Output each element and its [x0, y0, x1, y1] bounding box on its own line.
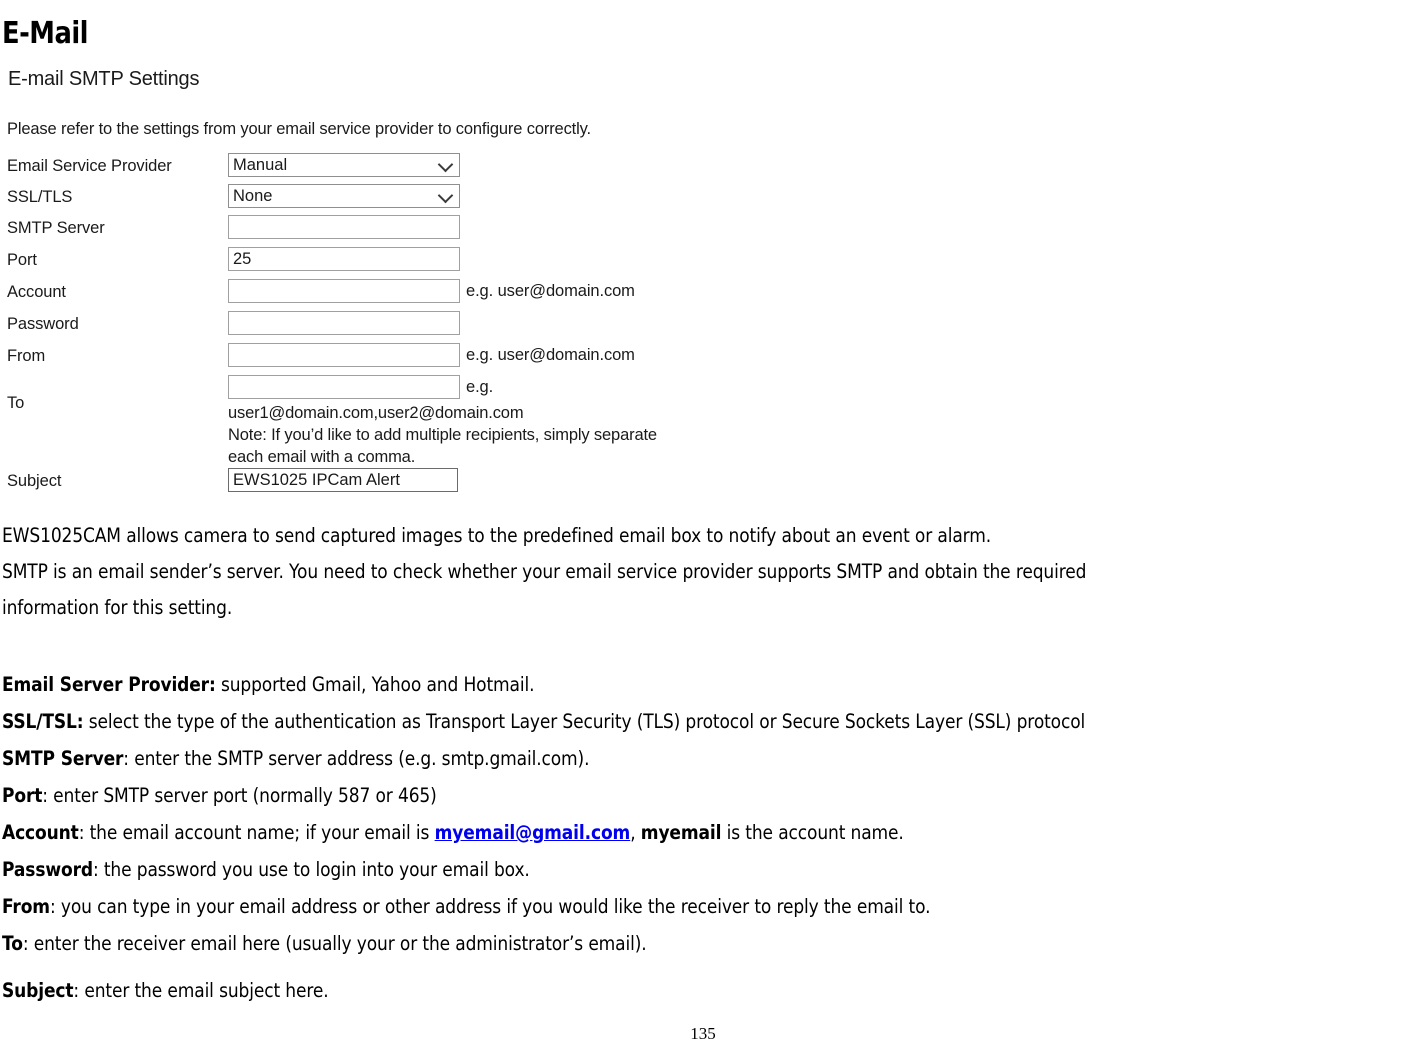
form-row-password: Password [0, 311, 780, 337]
definition-term: Password [2, 858, 93, 881]
definition-text-after-link: , [630, 821, 641, 844]
form-row-to: To e.g. [0, 375, 780, 412]
definition-email-server-provider: Email Server Provider: supported Gmail, … [2, 673, 535, 697]
definition-term: To [2, 932, 23, 955]
definition-to: To: enter the receiver email here (usual… [2, 932, 647, 956]
input-smtp-server[interactable] [228, 215, 460, 239]
body-intro-line-3: information for this setting. [2, 596, 233, 619]
definition-term: SSL/TSL: [2, 710, 84, 733]
chevron-down-icon [437, 187, 454, 204]
form-row-ssl-tls: SSL/TLS None [0, 184, 780, 210]
hint-account: e.g. user@domain.com [466, 282, 635, 300]
input-account[interactable] [228, 279, 460, 303]
label-from: From [7, 347, 46, 365]
definition-smtp-server: SMTP Server: enter the SMTP server addre… [2, 747, 590, 771]
to-note-line-2: each email with a comma. [228, 448, 416, 466]
definition-text: : the email account name; if your email … [78, 821, 435, 844]
form-row-subject: Subject EWS1025 IPCam Alert [0, 468, 780, 494]
label-password: Password [7, 315, 79, 333]
definition-term: Email Server Provider: [2, 673, 216, 696]
label-account: Account [7, 283, 66, 301]
definition-text: : enter the receiver email here (usually… [22, 932, 647, 955]
select-ssl-tls[interactable]: None [228, 184, 460, 208]
label-to: To [7, 394, 25, 412]
label-port: Port [7, 251, 37, 269]
definition-term: SMTP Server [2, 747, 124, 770]
definition-text: : the password you use to login into you… [92, 858, 530, 881]
form-row-port: Port 25 [0, 247, 780, 273]
input-from[interactable] [228, 343, 460, 367]
form-row-smtp-server: SMTP Server [0, 215, 780, 241]
smtp-settings-title: E-mail SMTP Settings [8, 68, 200, 90]
definition-text: : enter SMTP server port (normally 587 o… [42, 784, 437, 807]
definition-password: Password: the password you use to login … [2, 858, 530, 882]
input-value-port: 25 [233, 250, 252, 268]
hint-to: e.g. [466, 378, 494, 396]
select-value-email-service-provider: Manual [233, 156, 288, 174]
input-value-subject: EWS1025 IPCam Alert [233, 471, 400, 489]
select-value-ssl-tls: None [233, 187, 273, 205]
label-subject: Subject [7, 472, 62, 490]
input-to[interactable] [228, 375, 460, 399]
email-link[interactable]: myemail@gmail.com [435, 821, 631, 844]
definition-tail: is the account name. [721, 821, 904, 844]
label-email-service-provider: Email Service Provider [7, 157, 172, 175]
input-password[interactable] [228, 311, 460, 335]
definition-subject: Subject: enter the email subject here. [2, 979, 329, 1003]
smtp-settings-intro: Please refer to the settings from your e… [7, 120, 591, 138]
definition-port: Port: enter SMTP server port (normally 5… [2, 784, 437, 808]
page-number: 135 [690, 1024, 716, 1043]
definition-from: From: you can type in your email address… [2, 895, 931, 919]
to-note-line-1: Note: If you’d like to add multiple reci… [228, 426, 657, 444]
definition-text: : you can type in your email address or … [49, 895, 931, 918]
definition-text: : enter the SMTP server address (e.g. sm… [123, 747, 590, 770]
definition-ssl-tsl: SSL/TSL: select the type of the authenti… [2, 710, 1085, 734]
form-row-account: Account e.g. user@domain.com [0, 279, 780, 305]
definition-text: select the type of the authentication as… [83, 710, 1086, 733]
smtp-settings-screenshot: E-mail SMTP Settings Please refer to the… [0, 60, 780, 510]
definition-text: supported Gmail, Yahoo and Hotmail. [215, 673, 535, 696]
page-title: E-Mail [2, 16, 89, 52]
definition-term: Port [2, 784, 43, 807]
form-row-from: From e.g. user@domain.com [0, 343, 780, 369]
label-smtp-server: SMTP Server [7, 219, 105, 237]
to-example-recipients: user1@domain.com,user2@domain.com [228, 404, 524, 422]
select-email-service-provider[interactable]: Manual [228, 153, 460, 177]
definition-bold-word: myemail [640, 821, 722, 844]
body-intro-line-1: EWS1025CAM allows camera to send capture… [2, 524, 992, 547]
input-port[interactable]: 25 [228, 247, 460, 271]
label-ssl-tls: SSL/TLS [7, 188, 73, 206]
chevron-down-icon [437, 156, 454, 173]
definition-term: Account [2, 821, 79, 844]
body-intro-line-2: SMTP is an email sender’s server. You ne… [2, 560, 1087, 583]
input-subject[interactable]: EWS1025 IPCam Alert [228, 468, 458, 492]
definition-term: Subject [2, 979, 74, 1002]
form-row-email-service-provider: Email Service Provider Manual [0, 153, 780, 179]
definition-account: Account: the email account name; if your… [2, 821, 904, 845]
hint-from: e.g. user@domain.com [466, 346, 635, 364]
definition-text: : enter the email subject here. [73, 979, 329, 1002]
definition-term: From [2, 895, 50, 918]
